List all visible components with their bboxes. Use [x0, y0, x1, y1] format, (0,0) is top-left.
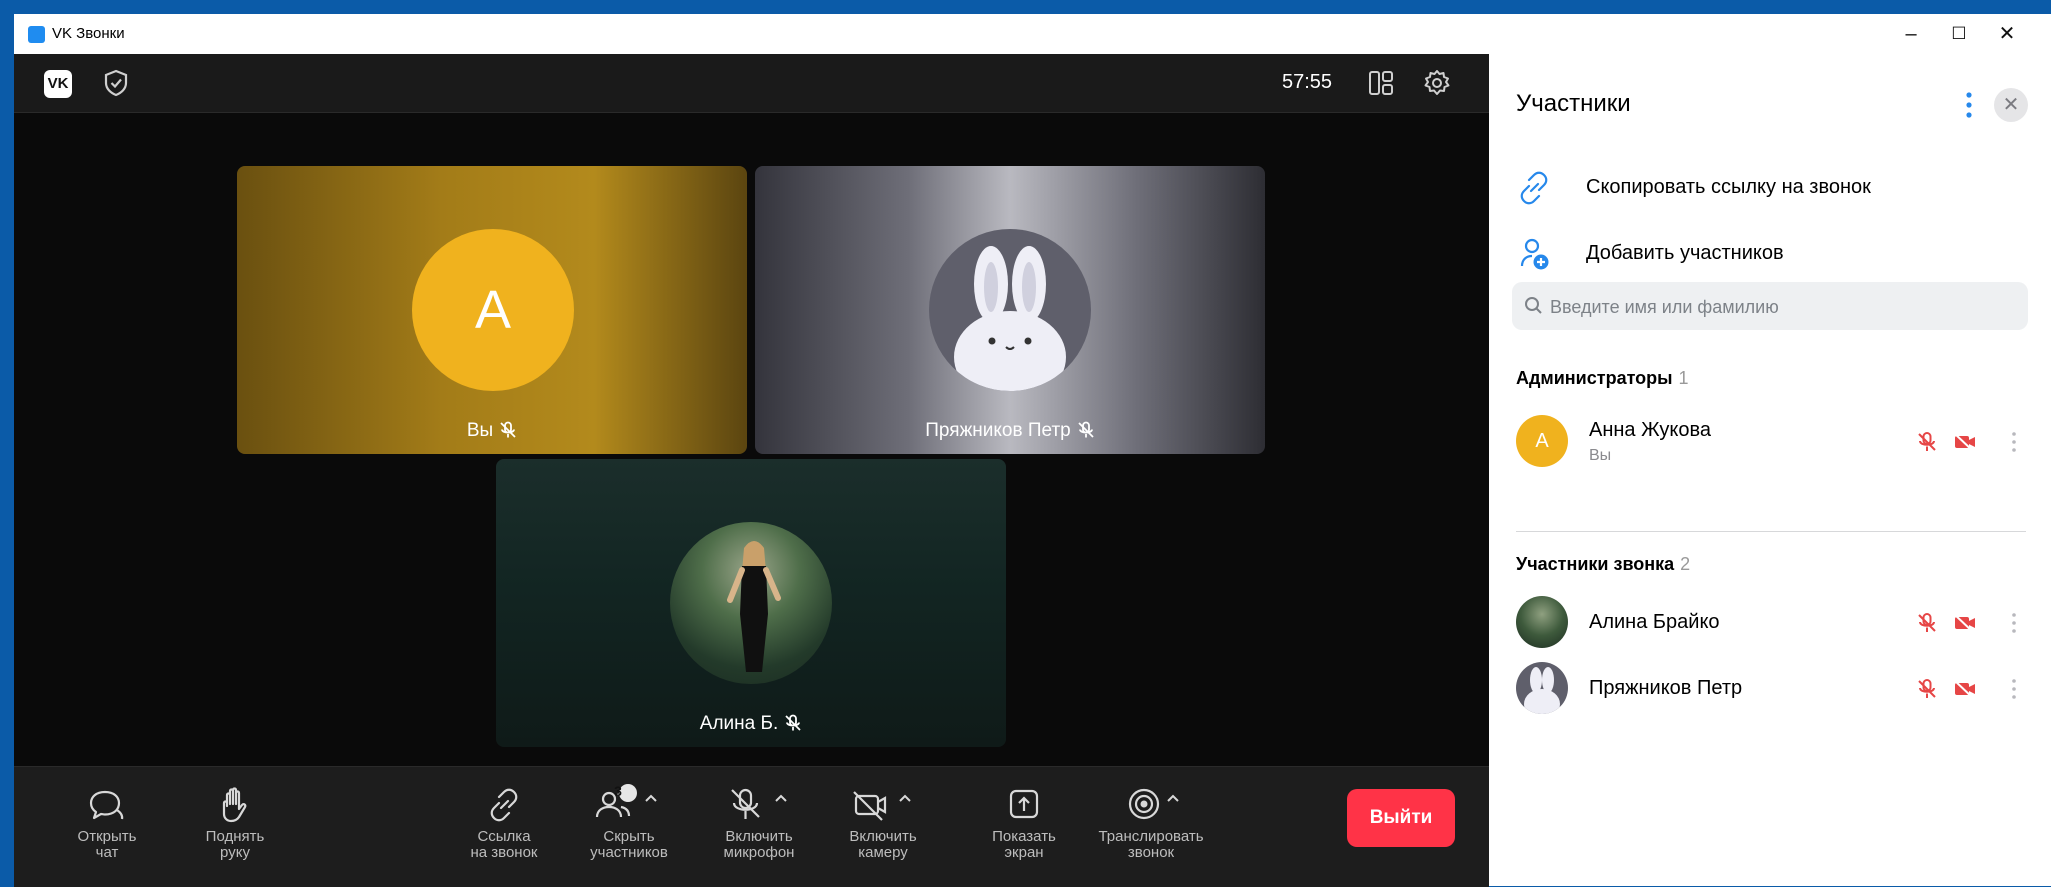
close-window-button[interactable]: ✕ — [1983, 14, 2031, 54]
raise-hand-button[interactable]: Поднять руку — [180, 783, 290, 861]
call-link-label: Ссылка на звонок — [470, 828, 538, 861]
participant-row[interactable]: Алина Брайко — [1516, 596, 2026, 652]
section-admins-count: 1 — [1678, 368, 1689, 388]
enable-camera-label: Включить камеру — [849, 828, 917, 861]
raise-hand-label: Поднять руку — [205, 828, 265, 861]
call-timer: 57:55 — [1282, 71, 1333, 93]
share-screen-button[interactable]: Показать экран — [969, 783, 1079, 861]
video-tile-alina[interactable]: Алина Б. — [496, 459, 1006, 747]
mic-muted-icon[interactable] — [1916, 612, 1938, 634]
add-participants-action[interactable]: Добавить участников — [1516, 234, 2016, 274]
camera-off-icon — [853, 791, 911, 821]
window-titlebar: VK Звонки – ☐ ✕ — [14, 14, 2051, 54]
camera-off-icon[interactable] — [1953, 613, 1977, 633]
copy-link-action[interactable]: Скопировать ссылку на звонок — [1516, 168, 2016, 208]
copy-link-label: Скопировать ссылку на звонок — [1586, 176, 1871, 198]
enable-mic-label: Включить микрофон — [723, 828, 795, 861]
participant-row[interactable]: Пряжников Петр — [1516, 662, 2026, 718]
maximize-button[interactable]: ☐ — [1935, 14, 1983, 54]
call-area: VK 57:55 A Вы Пряжников Петр Алина Б. От… — [14, 54, 1489, 887]
camera-off-icon[interactable] — [1953, 679, 1977, 699]
panel-title: Участники — [1516, 90, 1631, 117]
video-tile-pryazhnikov[interactable]: Пряжников Петр — [755, 166, 1265, 454]
window-title: VK Звонки — [52, 25, 125, 42]
more-vertical-icon[interactable] — [2009, 610, 2019, 636]
section-members-count: 2 — [1680, 554, 1691, 574]
more-vertical-icon[interactable] — [2009, 429, 2019, 455]
mic-muted-icon[interactable] — [1916, 431, 1938, 453]
participant-subtitle: Вы — [1589, 447, 1612, 464]
participant-name: Пряжников Петр — [1589, 677, 1743, 699]
video-tile-self[interactable]: A Вы — [237, 166, 747, 454]
mic-muted-icon — [500, 421, 516, 438]
section-admins: Администраторы 1 — [1516, 368, 1689, 389]
broadcast-icon — [1128, 788, 1179, 820]
tile-caption-name: Алина Б. — [699, 713, 779, 734]
broadcast-label: Транслировать звонок — [1098, 828, 1204, 861]
search-input[interactable] — [1548, 291, 2012, 323]
more-vertical-icon[interactable] — [2009, 676, 2019, 702]
call-topbar: VK 57:55 — [14, 54, 1489, 113]
link-icon — [1520, 171, 1548, 205]
avatar — [929, 229, 1091, 391]
open-chat-button[interactable]: Открыть чат — [52, 783, 162, 861]
chat-icon — [89, 790, 124, 820]
avatar: A — [412, 229, 574, 391]
gear-icon[interactable] — [1422, 68, 1452, 103]
app-window: VK Звонки – ☐ ✕ VK 57:55 A Вы Пряжников … — [14, 14, 2051, 887]
tile-caption-name: Пряжников Петр — [925, 420, 1071, 441]
section-members: Участники звонка 2 — [1516, 554, 1690, 575]
mic-muted-icon[interactable] — [1916, 678, 1938, 700]
participant-row[interactable]: A Анна Жукова Вы — [1516, 415, 2026, 471]
mic-off-icon — [731, 788, 787, 819]
mic-muted-icon — [785, 714, 801, 731]
broadcast-button[interactable]: Транслировать звонок — [1086, 783, 1216, 861]
participant-name: Анна Жукова — [1589, 419, 1711, 441]
tile-caption: Вы — [237, 420, 747, 442]
enable-mic-button[interactable]: Включить микрофон — [704, 783, 814, 861]
camera-off-icon[interactable] — [1953, 432, 1977, 452]
minimize-button[interactable]: – — [1887, 14, 1935, 54]
section-members-label: Участники звонка — [1516, 554, 1675, 574]
search-icon — [1525, 297, 1542, 314]
avatar — [1516, 596, 1568, 648]
tile-caption: Алина Б. — [496, 713, 1006, 735]
vk-logo[interactable]: VK — [44, 70, 72, 98]
vk-calls-app-icon — [28, 26, 45, 43]
search-field[interactable] — [1512, 282, 2028, 330]
exit-button[interactable]: Выйти — [1347, 789, 1455, 847]
section-admins-label: Администраторы — [1516, 368, 1673, 388]
participants-count-badge: 3 — [614, 783, 622, 799]
tile-caption-name: Вы — [466, 420, 494, 441]
open-chat-label: Открыть чат — [77, 828, 137, 861]
layout-icon[interactable] — [1366, 68, 1396, 103]
close-panel-button[interactable]: ✕ — [1994, 88, 2028, 122]
avatar — [670, 522, 832, 684]
participants-panel: Участники ✕ Скопировать ссылку на звонок… — [1489, 54, 2051, 886]
add-participants-label: Добавить участников — [1586, 242, 1784, 264]
shield-icon[interactable] — [102, 68, 130, 103]
hide-participants-label: Скрыть участников — [590, 828, 668, 861]
tile-caption: Пряжников Петр — [755, 420, 1265, 442]
enable-camera-button[interactable]: Включить камеру — [828, 783, 938, 861]
link-icon — [490, 788, 518, 822]
call-toolbar: Открыть чат Поднять руку Ссылка на звоно… — [14, 766, 1489, 887]
screen-share-icon — [1009, 789, 1039, 819]
hand-icon — [222, 787, 247, 823]
divider — [1516, 531, 2026, 532]
more-vertical-icon[interactable] — [1957, 87, 1981, 128]
hide-participants-button[interactable]: 3 Скрыть участников — [574, 783, 684, 861]
call-link-button[interactable]: Ссылка на звонок — [449, 783, 559, 861]
add-user-icon — [1520, 238, 1549, 270]
avatar — [1516, 662, 1568, 714]
mic-muted-icon — [1078, 421, 1094, 438]
share-screen-label: Показать экран — [992, 828, 1056, 861]
participant-name: Алина Брайко — [1589, 611, 1720, 633]
participants-icon — [595, 784, 657, 818]
avatar: A — [1516, 415, 1568, 467]
